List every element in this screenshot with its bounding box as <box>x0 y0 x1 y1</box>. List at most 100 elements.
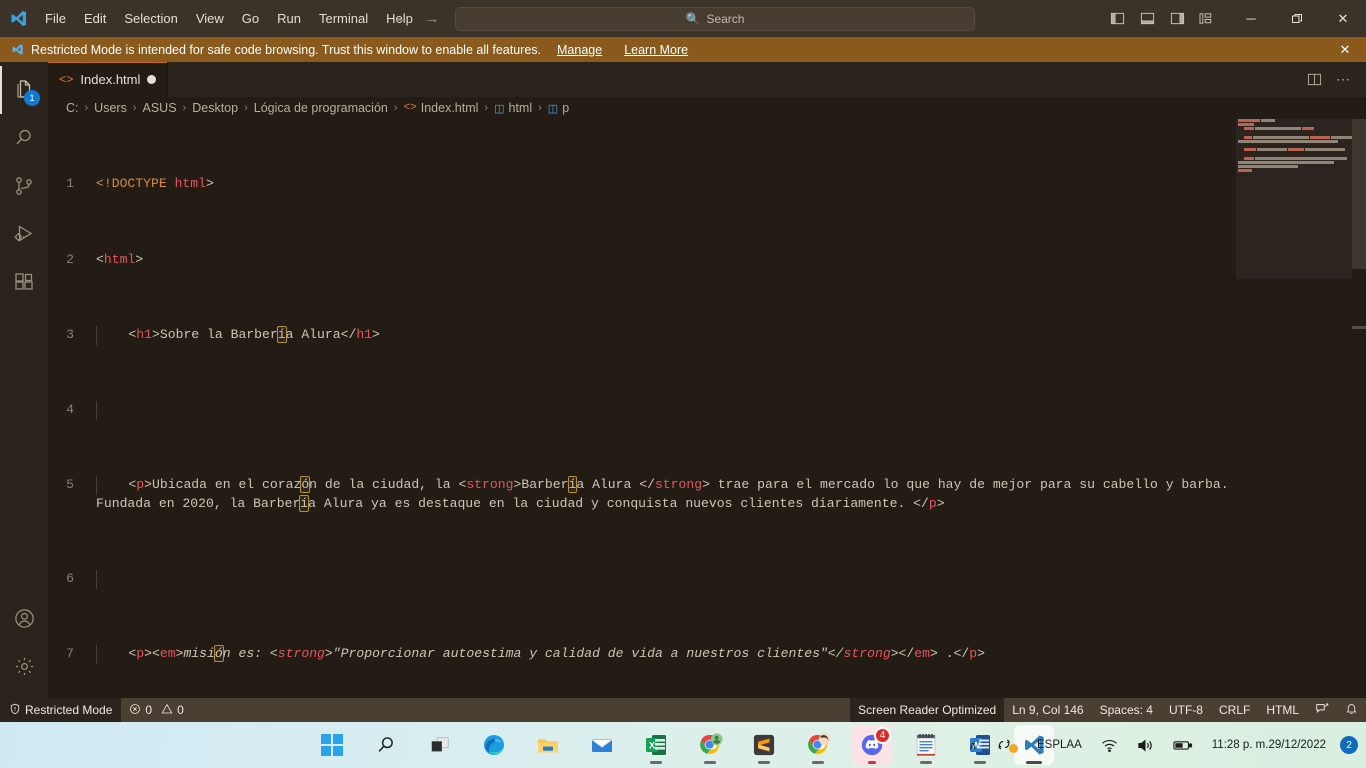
line-number: 1 <box>66 176 74 192</box>
status-restricted-mode-label: Restricted Mode <box>25 703 113 717</box>
line-content[interactable] <box>96 570 1366 589</box>
accounts-icon[interactable] <box>0 594 48 642</box>
taskbar-notepad[interactable] <box>906 725 946 765</box>
breadcrumb-item-asus[interactable]: ASUS <box>143 101 177 115</box>
breadcrumb-item-users[interactable]: Users <box>94 101 127 115</box>
code-editor[interactable]: 1 <!DOCTYPE html> 2 <html> 3 <h1>Sobre la … <box>48 119 1366 698</box>
taskbar-excel[interactable]: X <box>636 725 676 765</box>
status-language-mode[interactable]: HTML <box>1258 698 1307 722</box>
tray-language-line2: LAA <box>1060 738 1082 751</box>
status-indentation[interactable]: Spaces: 4 <box>1092 698 1161 722</box>
status-problems[interactable]: 0 0 <box>121 698 191 722</box>
banner-learn-more-link[interactable]: Learn More <box>624 43 688 57</box>
restricted-mode-banner: Restricted Mode is intended for safe cod… <box>0 37 1366 62</box>
split-editor-icon[interactable] <box>1301 67 1327 93</box>
line-content[interactable] <box>96 400 1366 420</box>
taskbar-task-view-button[interactable] <box>420 725 460 765</box>
error-icon <box>129 703 141 718</box>
line-number: 5 <box>66 477 74 493</box>
go-back-icon[interactable]: ← <box>391 10 409 27</box>
breadcrumb-symbol-label: html <box>508 101 533 115</box>
shield-icon <box>9 703 21 718</box>
sidebar-item-explorer[interactable]: 1 <box>0 66 48 114</box>
minimize-button[interactable]: ─ <box>1228 0 1274 37</box>
status-encoding[interactable]: UTF-8 <box>1161 698 1211 722</box>
sidebar-item-search[interactable] <box>0 114 48 162</box>
tab-index-html[interactable]: <> Index.html <box>48 62 169 97</box>
line-content[interactable]: <html> <box>96 251 1366 270</box>
breadcrumb-item-drive[interactable]: C: <box>66 101 79 115</box>
breadcrumb-item-desktop[interactable]: Desktop <box>192 101 238 115</box>
minimap[interactable] <box>1236 119 1352 698</box>
editor-tab-bar: <> Index.html ⋯ <box>48 62 1366 97</box>
code-content[interactable]: 1 <!DOCTYPE html> 2 <html> 3 <h1>Sobre la … <box>48 119 1366 698</box>
line-content[interactable]: <!DOCTYPE html> <box>96 175 1366 194</box>
taskbar-sublime-text[interactable] <box>744 725 784 765</box>
status-cursor-position-label: Ln 9, Col 146 <box>1012 703 1084 717</box>
taskbar-chrome-profile-1[interactable] <box>690 725 730 765</box>
volume-icon[interactable] <box>1132 735 1159 756</box>
layout-controls <box>1104 6 1228 32</box>
line-content[interactable]: <p><em>misión es: <strong>"Proporcionar … <box>96 645 1366 665</box>
status-screen-reader[interactable]: Screen Reader Optimized <box>850 698 1005 722</box>
tray-notification-badge[interactable]: 2 <box>1340 736 1358 754</box>
tray-language-indicator[interactable]: ESP LAA <box>1032 736 1087 755</box>
breadcrumb-separator: › <box>244 102 248 114</box>
maximize-button[interactable] <box>1274 0 1320 37</box>
status-restricted-mode[interactable]: Restricted Mode <box>0 698 122 722</box>
vscode-window: File Edit Selection View Go Run Terminal… <box>0 0 1366 768</box>
breadcrumb-separator: › <box>484 102 489 114</box>
breadcrumb-item-file[interactable]: <> Index.html <box>404 101 479 115</box>
status-notifications[interactable] <box>1337 698 1366 722</box>
taskbar-discord[interactable]: 4 <box>852 725 892 765</box>
scrollbar-thumb[interactable] <box>1352 119 1366 269</box>
editor-vertical-scrollbar[interactable] <box>1352 119 1366 698</box>
toggle-primary-sidebar-icon[interactable] <box>1104 6 1130 32</box>
sidebar-item-run-debug[interactable] <box>0 210 48 258</box>
tab-dirty-indicator[interactable] <box>147 75 157 84</box>
svg-text:X: X <box>649 741 656 752</box>
breadcrumb-file-label: Index.html <box>420 101 479 115</box>
banner-manage-link[interactable]: Manage <box>557 43 602 57</box>
search-placeholder-text: Search <box>706 11 745 26</box>
status-feedback[interactable] <box>1307 698 1337 722</box>
status-error-count: 0 <box>145 703 153 717</box>
sidebar-item-extensions[interactable] <box>0 258 48 306</box>
close-button[interactable]: ✕ <box>1320 0 1366 37</box>
taskbar-chrome-profile-2[interactable] <box>798 725 838 765</box>
code-line: 5 <p>Ubicada en el corazón de la ciudad,… <box>48 476 1366 514</box>
breadcrumb-symbol-p[interactable]: ◫ p <box>548 101 569 115</box>
taskbar-microsoft-edge[interactable] <box>474 725 514 765</box>
customize-layout-icon[interactable] <box>1194 6 1220 32</box>
line-number: 7 <box>66 646 74 662</box>
breadcrumb-separator: › <box>182 102 187 114</box>
toggle-panel-icon[interactable] <box>1134 6 1160 32</box>
breadcrumb: C: › Users › ASUS › Desktop › Lógica de … <box>48 97 1366 119</box>
sidebar-item-source-control[interactable] <box>0 162 48 210</box>
toggle-secondary-sidebar-icon[interactable] <box>1164 6 1190 32</box>
line-number: 6 <box>66 571 74 587</box>
line-content[interactable]: <p>Ubicada en el corazón de la ciudad, l… <box>96 476 1366 514</box>
settings-gear-icon[interactable] <box>0 642 48 690</box>
status-cursor-position[interactable]: Ln 9, Col 146 <box>1004 698 1091 722</box>
taskbar-file-explorer[interactable] <box>528 725 568 765</box>
minimap-slider[interactable] <box>1236 119 1352 279</box>
breadcrumb-item-folder[interactable]: Lógica de programación <box>254 101 388 115</box>
status-eol[interactable]: CRLF <box>1211 698 1258 722</box>
html-file-icon: <> <box>403 102 417 114</box>
wifi-icon[interactable] <box>1096 735 1123 756</box>
battery-icon[interactable] <box>1168 735 1198 755</box>
tray-clock[interactable]: 11:28 p. m. 29/12/2022 <box>1207 735 1331 755</box>
breadcrumb-symbol-html[interactable]: ◫ html <box>494 101 532 115</box>
onedrive-sync-icon[interactable] <box>991 734 1023 756</box>
status-indentation-label: Spaces: 4 <box>1099 703 1153 717</box>
banner-close-icon[interactable]: ✕ <box>1334 37 1356 62</box>
command-center-search[interactable]: 🔍 Search <box>455 6 975 31</box>
go-forward-icon[interactable]: → <box>423 10 441 27</box>
tray-overflow-icon[interactable]: ∧ <box>964 735 982 755</box>
taskbar-search-button[interactable] <box>366 725 406 765</box>
taskbar-start-button[interactable] <box>312 725 352 765</box>
line-content[interactable]: <h1>Sobre la Barbería Alura</h1> <box>96 325 1366 345</box>
taskbar-mail[interactable] <box>582 725 622 765</box>
more-actions-icon[interactable]: ⋯ <box>1330 67 1356 93</box>
